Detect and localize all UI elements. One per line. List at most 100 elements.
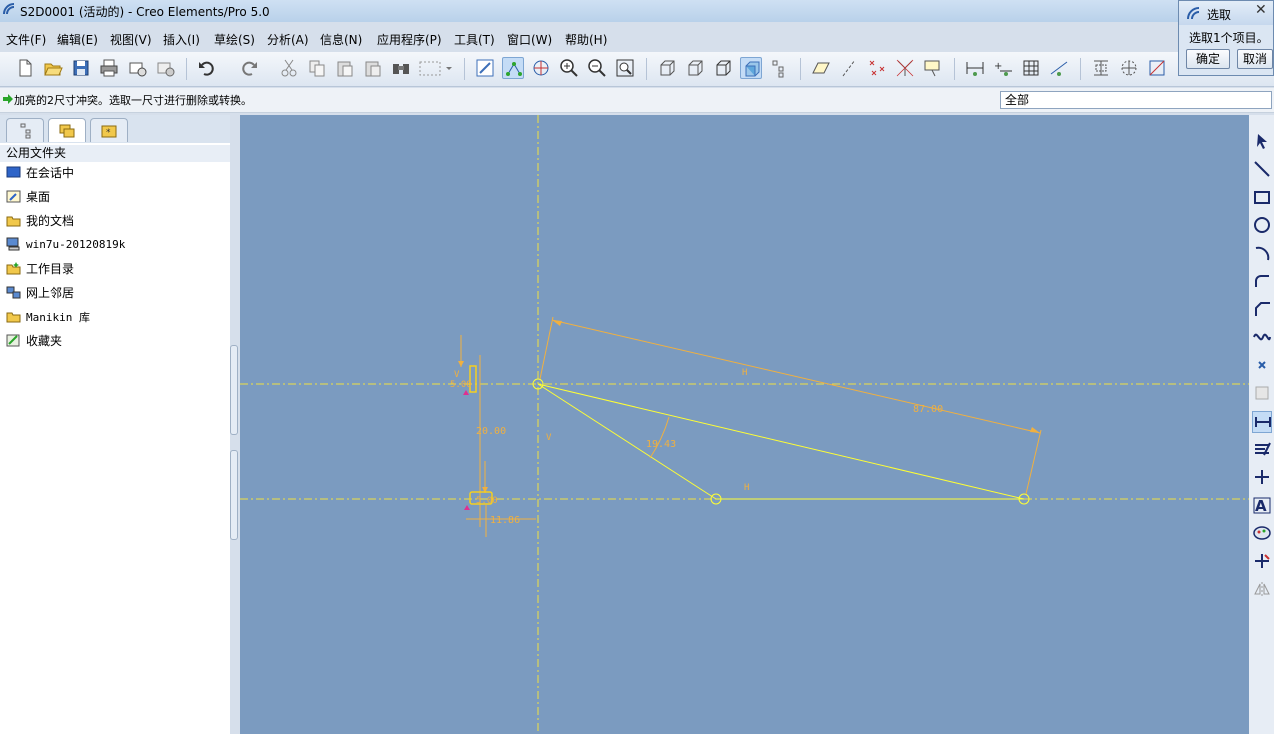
arc-tool-icon[interactable] (1252, 243, 1272, 265)
wireframe-icon[interactable] (712, 57, 734, 79)
constraint-h-top[interactable]: H (742, 368, 747, 378)
menu-applications[interactable]: 应用程序(P) (377, 31, 442, 48)
shading-icon[interactable] (740, 57, 762, 79)
tab-model-tree[interactable] (6, 118, 44, 142)
email-link-icon[interactable] (154, 57, 176, 79)
find-icon[interactable] (390, 57, 412, 79)
annotation-icon[interactable] (922, 57, 944, 79)
menu-tools[interactable]: 工具(T) (454, 31, 495, 48)
sketch-setup-icon[interactable] (1090, 57, 1112, 79)
use-edge-icon[interactable] (1252, 383, 1272, 405)
paste-icon[interactable] (334, 57, 356, 79)
vertex-display-icon[interactable] (1048, 57, 1070, 79)
menu-analysis[interactable]: 分析(A) (267, 31, 309, 48)
datum-axis-icon[interactable] (838, 57, 860, 79)
repaint-icon[interactable] (474, 57, 496, 79)
dim-87-label[interactable]: 87.00 (913, 404, 943, 415)
select-arrow-icon[interactable] (1252, 131, 1272, 153)
close-icon[interactable]: ✕ (1255, 2, 1267, 18)
paste-special-icon[interactable] (362, 57, 384, 79)
selection-filter-select[interactable]: 全部 (1000, 91, 1272, 109)
nav-item-desktop[interactable]: 桌面 (6, 188, 50, 210)
constraint-h-bottom[interactable]: H (744, 483, 749, 493)
no-hidden-icon[interactable] (684, 57, 706, 79)
graphics-window[interactable]: 87.00 H 19.43 V H V 5.00 20.00 5.00 11.8… (240, 115, 1249, 734)
show-vertices-icon[interactable] (502, 57, 524, 79)
app-icon (3, 3, 15, 15)
dim-20-label[interactable]: 20.00 (476, 426, 506, 437)
sketch-line-short[interactable] (537, 383, 717, 500)
cut-icon[interactable] (278, 57, 300, 79)
spline-tool-icon[interactable] (1252, 327, 1272, 349)
circle-tool-icon[interactable] (1252, 215, 1272, 237)
constraint-v-small[interactable]: V (454, 370, 460, 380)
text-tool-icon[interactable]: A (1252, 495, 1272, 517)
selection-box-dropdown[interactable] (418, 57, 454, 79)
sash-handle-bottom[interactable] (230, 450, 238, 540)
fillet-tool-icon[interactable] (1252, 271, 1272, 293)
datum-point-icon[interactable] (866, 57, 888, 79)
menu-edit[interactable]: 编辑(E) (57, 31, 98, 48)
constraint-tool-icon[interactable] (1252, 467, 1272, 489)
dim-87-line[interactable] (551, 319, 1041, 434)
print-icon[interactable] (98, 57, 120, 79)
rectangle-tool-icon[interactable] (1252, 187, 1272, 209)
zoom-in-icon[interactable] (558, 57, 580, 79)
email-icon[interactable] (126, 57, 148, 79)
sash-handle-top[interactable] (230, 345, 238, 435)
coordinate-system-icon[interactable] (894, 57, 916, 79)
dim-small-w-label[interactable]: 5.00 (476, 496, 498, 506)
dim-11-label[interactable]: 11.86 (490, 515, 520, 526)
dimension-tool-icon[interactable] (1252, 411, 1272, 433)
nav-item-computer[interactable]: win7u-20120819k (6, 236, 125, 258)
sketch-view-icon[interactable] (1146, 57, 1168, 79)
datum-plane-icon[interactable] (810, 57, 832, 79)
mirror-tool-icon[interactable] (1252, 579, 1272, 601)
new-file-icon[interactable] (14, 57, 36, 79)
zoom-out-icon[interactable] (586, 57, 608, 79)
menu-insert[interactable]: 插入(I) (163, 31, 200, 48)
undo-icon[interactable] (196, 57, 218, 79)
menu-sketch[interactable]: 草绘(S) (214, 31, 255, 48)
modify-tool-icon[interactable] (1252, 439, 1272, 461)
tab-folder-browser[interactable] (48, 118, 86, 142)
nav-item-my-documents[interactable]: 我的文档 (6, 212, 74, 234)
grid-display-icon[interactable] (1020, 57, 1042, 79)
model-tree-icon[interactable] (768, 57, 790, 79)
nav-item-favorites[interactable]: 收藏夹 (6, 332, 62, 354)
dim-angle-arc[interactable] (649, 416, 670, 459)
palette-tool-icon[interactable] (1252, 523, 1272, 545)
point-tool-icon[interactable] (1252, 355, 1272, 377)
copy-icon[interactable] (306, 57, 328, 79)
hidden-line-icon[interactable] (656, 57, 678, 79)
refit-icon[interactable] (614, 57, 636, 79)
dimension-display-icon[interactable] (964, 57, 986, 79)
sketch-line-long[interactable] (537, 383, 1025, 500)
tab-favorites[interactable]: * (90, 118, 128, 142)
constraint-display-icon[interactable]: + (992, 57, 1014, 79)
menu-window[interactable]: 窗口(W) (507, 31, 552, 48)
orient-icon[interactable] (530, 57, 552, 79)
menu-view[interactable]: 视图(V) (110, 31, 152, 48)
save-icon[interactable] (70, 57, 92, 79)
menu-help[interactable]: 帮助(H) (565, 31, 607, 48)
trim-tool-icon[interactable] (1252, 551, 1272, 573)
sketch-references-icon[interactable] (1118, 57, 1140, 79)
nav-item-in-session[interactable]: 在会话中 (6, 164, 74, 186)
line-tool-icon[interactable] (1252, 159, 1272, 181)
nav-item-manikin-library[interactable]: Manikin 库 (6, 308, 90, 330)
menu-file[interactable]: 文件(F) (6, 31, 46, 48)
ok-button[interactable]: 确定 (1186, 49, 1230, 69)
open-folder-icon[interactable] (42, 57, 64, 79)
nav-item-working-directory[interactable]: 工作目录 (6, 260, 74, 282)
cancel-button[interactable]: 取消 (1237, 49, 1273, 69)
panel-sash[interactable] (230, 115, 239, 734)
menu-info[interactable]: 信息(N) (320, 31, 362, 48)
redo-icon[interactable] (238, 57, 260, 79)
nav-item-network[interactable]: 网上邻居 (6, 284, 74, 306)
constraint-v-left[interactable]: V (546, 433, 552, 443)
chamfer-tool-icon[interactable] (1252, 299, 1272, 321)
dim-small-v-label[interactable]: 5.00 (450, 380, 472, 390)
dim-angle-label[interactable]: 19.43 (646, 439, 676, 450)
sketch-canvas[interactable]: 87.00 H 19.43 V H V 5.00 20.00 5.00 11.8… (240, 115, 1249, 734)
